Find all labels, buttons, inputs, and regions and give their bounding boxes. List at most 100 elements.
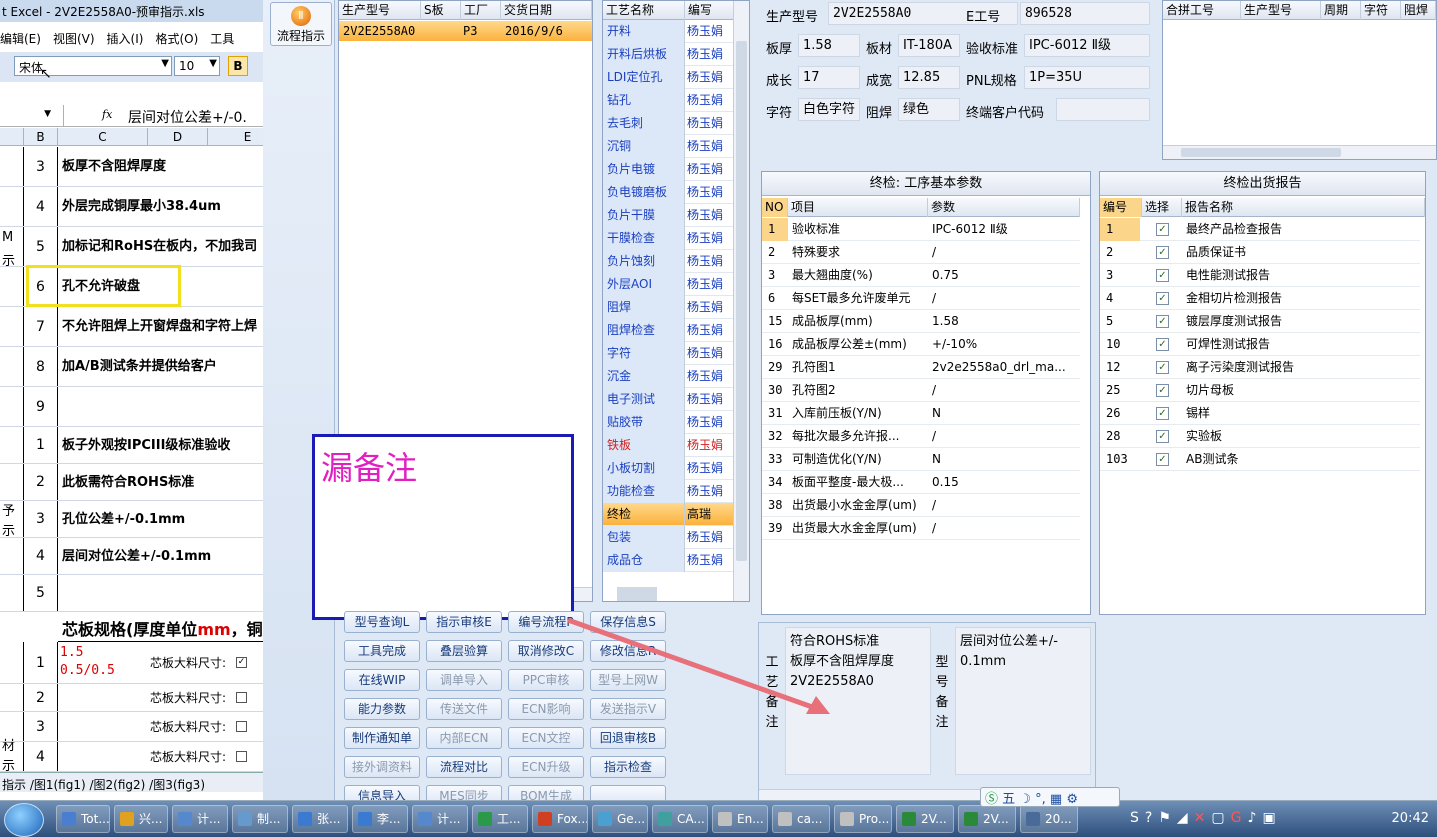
report-row[interactable]: 12 ✓ 离子污染度测试报告 — [1100, 356, 1420, 379]
core-row[interactable]: 2 芯板大料尺寸: — [0, 684, 263, 712]
process-row[interactable]: 去毛刺 杨玉娟 — [603, 112, 735, 135]
process-row[interactable]: 阻焊检查 杨玉娟 — [603, 319, 735, 342]
taskbar-item[interactable]: 张... — [292, 805, 348, 833]
action-button[interactable]: 型号查询L — [344, 611, 420, 633]
col-c[interactable]: C — [58, 128, 148, 146]
table-row[interactable]: 4 层间对位公差+/-0.1mm — [0, 538, 263, 575]
process-row[interactable]: 开料 杨玉娟 — [603, 20, 735, 43]
action-button[interactable]: 回退审核B — [590, 727, 666, 749]
col-b[interactable]: B — [24, 128, 58, 146]
process-row[interactable]: 干膜检查 杨玉娟 — [603, 227, 735, 250]
param-row[interactable]: 31 入库前压板(Y/N) N — [762, 402, 1080, 425]
scrollbar[interactable] — [617, 587, 657, 601]
clock[interactable]: 20:42 — [1392, 811, 1429, 826]
process-row[interactable]: 负电镀磨板 杨玉娟 — [603, 181, 735, 204]
checkbox[interactable]: ✓ — [1156, 453, 1169, 466]
report-row[interactable]: 103 ✓ AB测试条 — [1100, 448, 1420, 471]
taskbar-item[interactable]: 兴... — [114, 805, 168, 833]
table-row[interactable]: 5 加标记和RoHS在板内，不加我司 — [0, 227, 263, 267]
param-row[interactable]: 15 成品板厚(mm) 1.58 — [762, 310, 1080, 333]
table-row[interactable]: 2V2E2558A0 P3 2016/9/6 — [339, 21, 592, 41]
finish-field[interactable]: 12.85 — [898, 66, 960, 89]
eno-field[interactable]: 896528 — [1020, 2, 1150, 25]
param-row[interactable]: 30 孔符图2/ — [762, 379, 1080, 402]
report-row[interactable]: 26 ✓ 锡样 — [1100, 402, 1420, 425]
table-row[interactable]: 8 加A/B测试条并提供给客户 — [0, 347, 263, 387]
param-row[interactable]: 6 每SET最多允许废单元 / — [762, 287, 1080, 310]
param-row[interactable]: 3 最大翘曲度(%) 0.75 — [762, 264, 1080, 287]
taskbar-item[interactable]: En... — [712, 805, 768, 833]
start-button[interactable] — [4, 803, 44, 837]
table-row[interactable]: 4 外层完成铜厚最小38.4um — [0, 187, 263, 227]
report-row[interactable]: 1 ✓ 最终产品检查报告 — [1100, 218, 1420, 241]
action-button[interactable]: 传送文件 — [426, 698, 502, 720]
col-s[interactable]: S板 — [421, 1, 461, 20]
process-row[interactable]: 包装 杨玉娟 — [603, 526, 735, 549]
report-row[interactable]: 5 ✓ 镀层厚度测试报告 — [1100, 310, 1420, 333]
menu-format[interactable]: 格式(O) — [155, 32, 198, 46]
process-row[interactable]: 铁板 杨玉娟 — [603, 434, 735, 457]
menu-edit[interactable]: 编辑(E) — [0, 32, 41, 46]
table-row[interactable]: 9 — [0, 387, 263, 427]
action-button[interactable]: 接外调资料 — [344, 756, 420, 778]
taskbar-item[interactable]: 2V... — [896, 805, 954, 833]
action-button[interactable]: ECN升级 — [508, 756, 584, 778]
action-button[interactable]: 工具完成 — [344, 640, 420, 662]
bold-button[interactable]: B — [228, 56, 248, 76]
report-row[interactable]: 4 ✓ 金相切片检测报告 — [1100, 287, 1420, 310]
thickness-field[interactable]: 1.58 — [798, 34, 860, 57]
param-row[interactable]: 39 出货最大水金金厚(um) / — [762, 517, 1080, 540]
process-row[interactable]: LDI定位孔 杨玉娟 — [603, 66, 735, 89]
action-button[interactable]: 指示审核E — [426, 611, 502, 633]
table-row[interactable]: 3 孔位公差+/-0.1mm — [0, 501, 263, 538]
taskbar-item[interactable]: ca... — [772, 805, 830, 833]
sheet-tabs[interactable]: 指示 /图1(fig1) /图2(fig2) /图3(fig3) — [0, 772, 263, 792]
checkbox[interactable]: ✓ — [1156, 430, 1169, 443]
taskbar-item[interactable]: 20... — [1020, 805, 1078, 833]
menu-view[interactable]: 视图(V) — [53, 32, 95, 46]
taskbar-item[interactable]: Ge... — [592, 805, 648, 833]
formula-input[interactable]: 层间对位公差+/-0. — [128, 107, 247, 127]
process-row[interactable]: 贴胶带 杨玉娟 — [603, 411, 735, 434]
param-row[interactable]: 1 验收标准 IPC-6012 Ⅱ级 — [762, 218, 1080, 241]
action-button[interactable]: 叠层验算 — [426, 640, 502, 662]
checkbox[interactable]: ✓ — [1156, 338, 1169, 351]
process-row[interactable]: 负片蚀刻 杨玉娟 — [603, 250, 735, 273]
table-row[interactable]: 3 板厚不含阻焊厚度 — [0, 147, 263, 187]
grow-field[interactable]: 17 — [798, 66, 860, 89]
col-factory[interactable]: 工厂 — [461, 1, 501, 20]
process-row[interactable]: 小板切割 杨玉娟 — [603, 457, 735, 480]
font-name-select[interactable]: 宋体 ▼ — [14, 56, 172, 76]
action-button[interactable]: 流程对比 — [426, 756, 502, 778]
process-grid[interactable]: 工艺名称 编写 开料 杨玉娟 开料后烘板 杨玉娟 LDI定位孔 杨玉娟 钻孔 杨玉娟 去毛刺 杨玉… — [602, 0, 750, 602]
col-author[interactable]: 编写 — [685, 1, 735, 20]
process-row[interactable]: 负片电镀 杨玉娟 — [603, 158, 735, 181]
col-model[interactable]: 生产型号 — [339, 1, 421, 20]
standard-field[interactable]: IPC-6012 Ⅱ级 — [1024, 34, 1150, 57]
ime-bar[interactable]: Ⓢ 五 ☽ °, ▦ ⚙ — [980, 787, 1120, 807]
taskbar-item[interactable]: 工... — [472, 805, 528, 833]
taskbar-item[interactable]: 李... — [352, 805, 408, 833]
name-box[interactable]: ▼ — [0, 105, 64, 127]
taskbar-item[interactable]: Tot... — [56, 805, 110, 833]
action-button[interactable]: 调单导入 — [426, 669, 502, 691]
scrollbar[interactable] — [1163, 145, 1436, 159]
checkbox[interactable] — [236, 692, 247, 703]
param-row[interactable]: 32 每批次最多允许报... / — [762, 425, 1080, 448]
checkbox[interactable]: ✓ — [236, 657, 247, 668]
font-size-select[interactable]: 10 ▼ — [174, 56, 220, 76]
taskbar-item[interactable]: 计... — [412, 805, 468, 833]
model-remark-text[interactable]: 层间对位公差+/- 0.1mm — [955, 627, 1091, 775]
report-row[interactable]: 2 ✓ 品质保证书 — [1100, 241, 1420, 264]
checkbox[interactable]: ✓ — [1156, 407, 1169, 420]
table-row[interactable]: 5 — [0, 575, 263, 612]
action-button[interactable]: 能力参数 — [344, 698, 420, 720]
param-row[interactable]: 29 孔符图1 2v2e2558a0_drl_ma... — [762, 356, 1080, 379]
taskbar-item[interactable]: 2V... — [958, 805, 1016, 833]
report-row[interactable]: 3 ✓ 电性能测试报告 — [1100, 264, 1420, 287]
process-row[interactable]: 负片干膜 杨玉娟 — [603, 204, 735, 227]
table-row[interactable]: 2 此板需符合ROHS标准 — [0, 464, 263, 501]
merge-grid[interactable]: 合拼工号 生产型号 周期 字符 阻焊 — [1162, 0, 1437, 160]
pnl-field[interactable]: 1P=35U — [1024, 66, 1150, 89]
char-field[interactable]: 白色字符 — [798, 98, 860, 121]
